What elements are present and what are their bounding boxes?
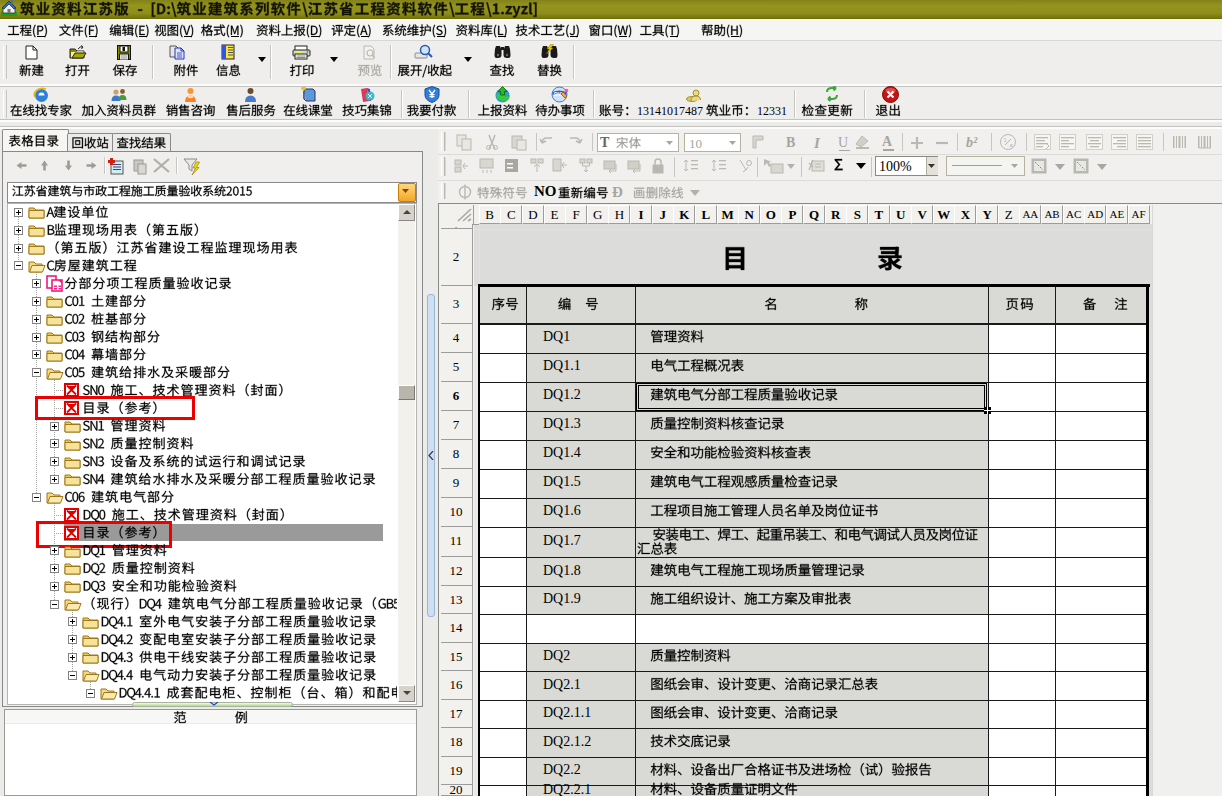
svg-text:1: 1 <box>1004 137 1008 143</box>
